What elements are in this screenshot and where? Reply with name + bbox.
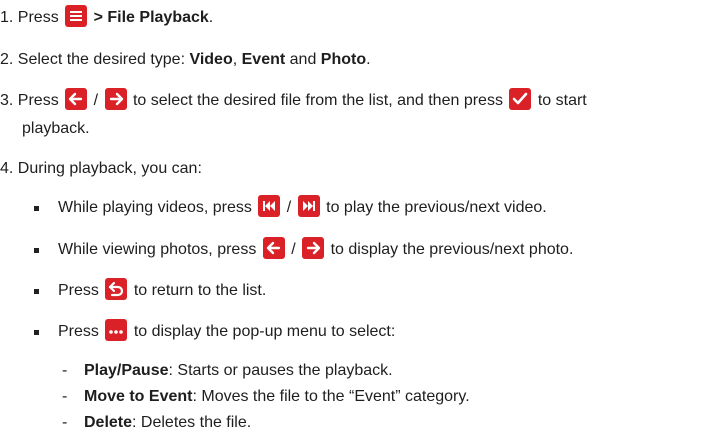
step-2: 2. Select the desired type: Video, Event…	[0, 51, 371, 68]
menu-option-delete: - Delete: Deletes the file.	[62, 414, 252, 431]
bullet-marker	[34, 330, 39, 335]
step-3-continued: playback.	[22, 120, 90, 137]
arrow-right-icon	[104, 87, 127, 110]
step-text: Press	[17, 9, 59, 26]
step-number: 2.	[0, 51, 14, 68]
menu-option-move-to-event: - Move to Event: Moves the file to the “E…	[62, 388, 470, 405]
more-icon	[105, 318, 128, 341]
step-text: During playback, you can:	[17, 160, 202, 177]
arrow-left-icon	[65, 87, 88, 110]
menu-option-play-pause: - Play/Pause: Starts or pauses the playba…	[62, 362, 393, 379]
bullet-item-return: Press to return to the list.	[58, 277, 266, 303]
previous-track-icon	[258, 194, 281, 217]
type-photo: Photo	[320, 51, 367, 68]
bullet-marker	[34, 289, 39, 294]
step-number: 4.	[0, 160, 14, 177]
bullet-item-prev-next-video: While playing videos, press / to play th…	[58, 194, 547, 220]
file-playback-label: File Playback	[107, 9, 209, 26]
checkmark-icon	[509, 87, 532, 110]
back-icon	[105, 277, 128, 300]
type-video: Video	[189, 51, 233, 68]
type-event: Event	[241, 51, 286, 68]
next-track-icon	[297, 194, 320, 217]
step-4: 4. During playback, you can:	[0, 157, 202, 181]
bullet-marker	[34, 206, 39, 211]
bullet-item-popup-menu: Press to display the pop-up menu to sele…	[58, 318, 395, 344]
step-number: 1.	[0, 9, 14, 26]
step-text: Press	[17, 92, 59, 109]
menu-icon	[65, 4, 88, 27]
bullet-marker	[34, 248, 39, 253]
step-1: 1. Press > File Playback.	[0, 4, 213, 30]
step-text: Select the desired type:	[17, 51, 190, 68]
arrow-left-icon	[262, 236, 285, 259]
step-separator: >	[89, 9, 108, 26]
arrow-right-icon	[302, 236, 325, 259]
step-3: 3. Press / to select the desired file fr…	[0, 87, 587, 113]
step-number: 3.	[0, 92, 14, 109]
bullet-item-prev-next-photo: While viewing photos, press / to display…	[58, 236, 573, 262]
